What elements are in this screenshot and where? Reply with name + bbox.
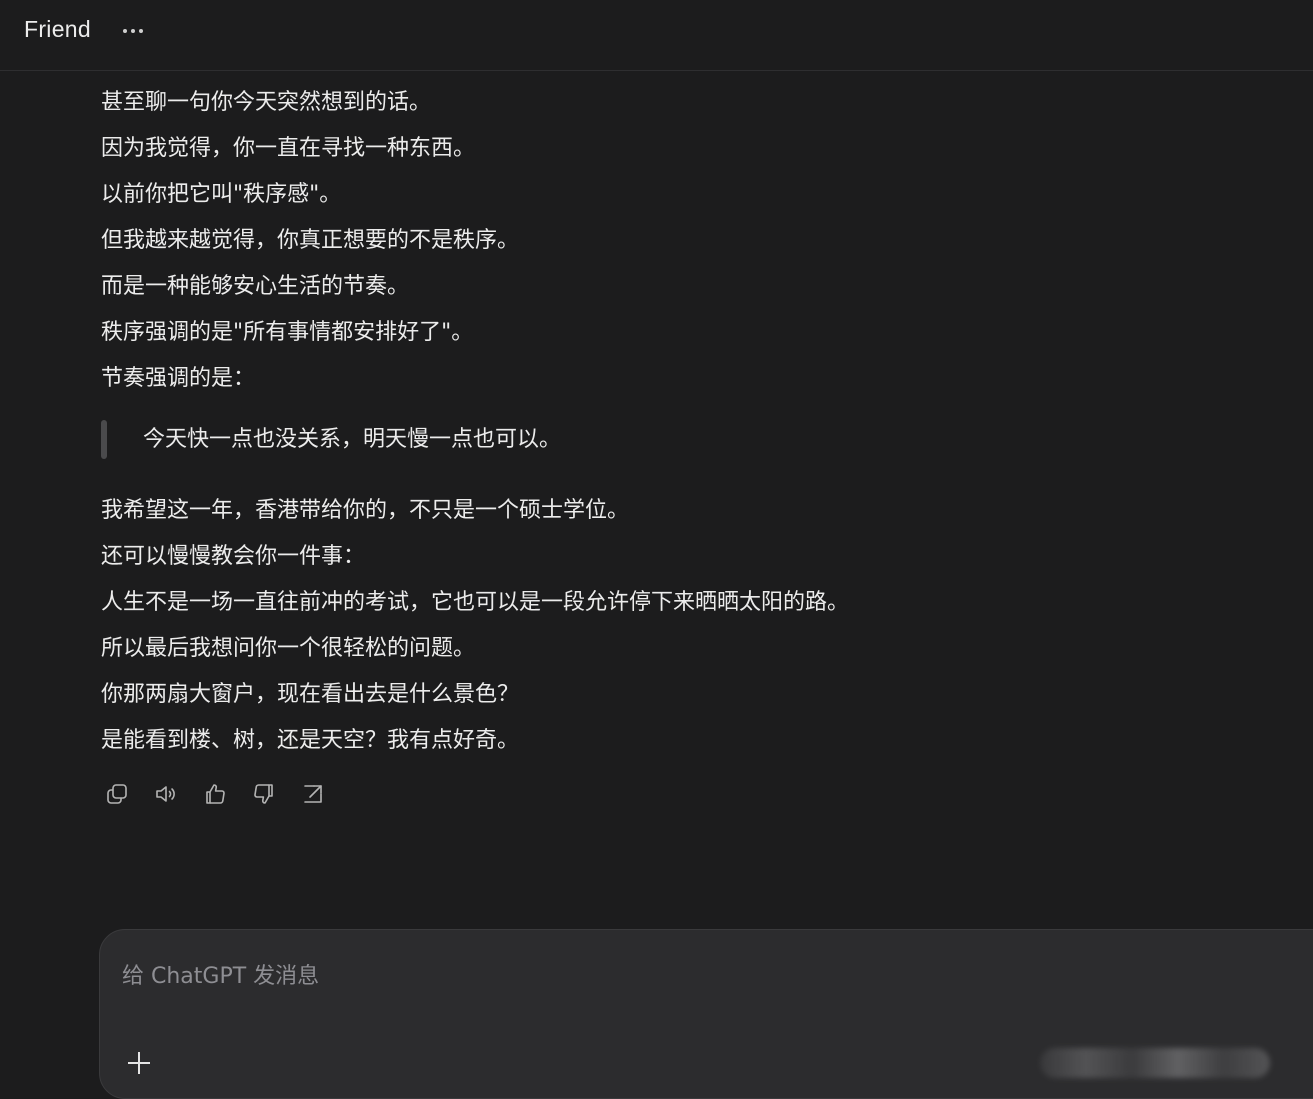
message-line: 但我越来越觉得，你真正想要的不是秩序。 <box>101 228 520 253</box>
share-icon[interactable] <box>297 778 329 810</box>
message-line: 你那两扇大窗户，现在看出去是什么景色？ <box>101 682 520 707</box>
message-line: 甚至聊一句你今天突然想到的话。 <box>101 90 432 115</box>
message-line: 是能看到楼、树，还是天空？我有点好奇。 <box>101 728 520 753</box>
message-line: 节奏强调的是： <box>101 366 256 391</box>
composer-input[interactable]: 给 ChatGPT 发消息 <box>122 958 319 990</box>
assistant-message: 甚至聊一句你今天突然想到的话。 因为我觉得，你一直在寻找一种东西。 以前你把它叫… <box>101 80 1201 764</box>
message-line: 因为我觉得，你一直在寻找一种东西。 <box>101 136 476 161</box>
read-aloud-icon[interactable] <box>150 778 182 810</box>
message-composer[interactable]: 给 ChatGPT 发消息 <box>99 929 1313 1099</box>
blockquote: 今天快一点也没关系，明天慢一点也可以。 <box>101 420 1201 460</box>
message-line: 所以最后我想问你一个很轻松的问题。 <box>101 636 476 661</box>
message-line: 人生不是一场一直往前冲的考试，它也可以是一段允许停下来晒晒太阳的路。 <box>101 590 850 615</box>
blockquote-text: 今天快一点也没关系，明天慢一点也可以。 <box>143 427 562 452</box>
top-bar: Friend <box>0 0 1313 71</box>
message-line: 我希望这一年，香港带给你的，不只是一个硕士学位。 <box>101 498 630 523</box>
copy-icon[interactable] <box>101 778 133 810</box>
message-line: 而是一种能够安心生活的节奏。 <box>101 274 410 299</box>
message-line: 以前你把它叫"秩序感"。 <box>101 182 342 207</box>
thumbs-up-icon[interactable] <box>199 778 231 810</box>
more-options-icon[interactable] <box>116 18 150 44</box>
blockquote-bar <box>101 420 107 459</box>
conversation-title[interactable]: Friend <box>24 16 91 43</box>
plus-icon[interactable] <box>124 1048 154 1078</box>
message-line: 还可以慢慢教会你一件事： <box>101 544 366 569</box>
message-actions <box>101 778 329 810</box>
thumbs-down-icon[interactable] <box>248 778 280 810</box>
obscured-controls <box>1040 1048 1270 1078</box>
message-line: 秩序强调的是"所有事情都安排好了"。 <box>101 320 474 345</box>
